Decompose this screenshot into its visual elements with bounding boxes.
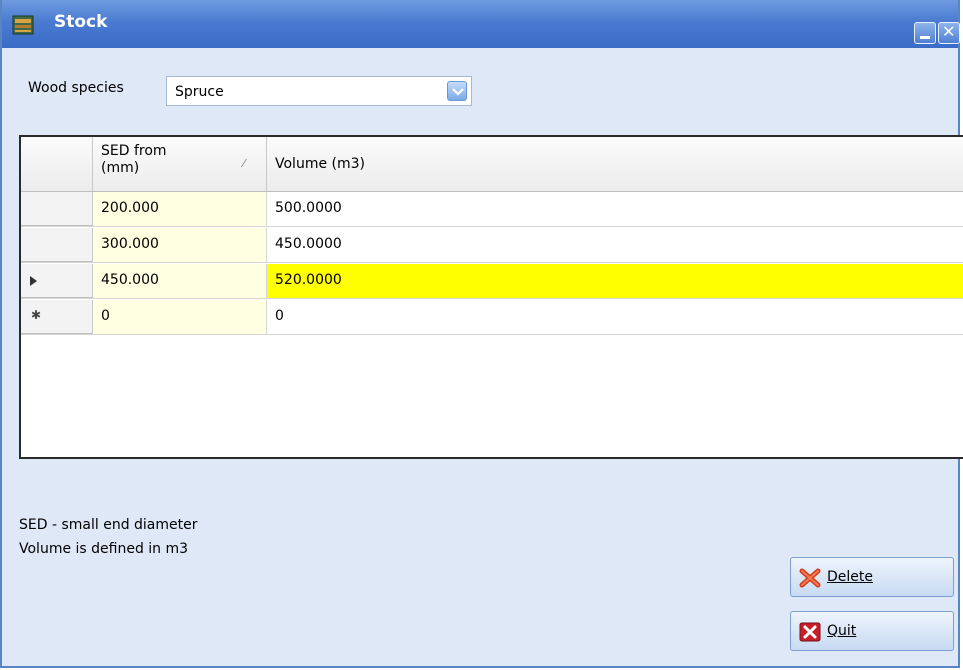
row-selector[interactable] xyxy=(21,228,93,262)
column-header-sed[interactable]: SED from (mm) ⁄ xyxy=(93,137,267,191)
quit-button-label: Quit xyxy=(827,623,857,639)
volume-cell[interactable]: 450.0000 xyxy=(267,228,963,262)
column-header-volume[interactable]: Volume (m3) xyxy=(267,137,963,191)
window-app-icon xyxy=(12,15,34,35)
dropdown-arrow-button[interactable] xyxy=(447,81,467,101)
chevron-down-icon xyxy=(452,88,464,96)
sed-cell[interactable]: 200.000 xyxy=(93,192,267,226)
current-row-arrow-icon xyxy=(30,276,37,286)
wood-species-dropdown[interactable]: Spruce xyxy=(166,76,472,106)
volume-cell[interactable]: 0 xyxy=(267,300,963,334)
quit-icon xyxy=(799,622,821,642)
volume-cell[interactable]: 500.0000 xyxy=(267,192,963,226)
delete-button-label: Delete xyxy=(827,569,873,585)
sort-indicator-icon: ⁄ xyxy=(243,157,245,170)
wood-species-value: Spruce xyxy=(175,84,224,100)
row-selector-header[interactable] xyxy=(21,137,93,191)
wood-species-label: Wood species xyxy=(28,80,124,96)
info-volume-text: Volume is defined in m3 xyxy=(19,541,189,557)
minimize-button[interactable] xyxy=(914,22,936,44)
row-selector[interactable]: ✱ xyxy=(21,300,93,334)
title-bar[interactable]: Stock ✕ xyxy=(2,0,960,48)
quit-button[interactable]: Quit xyxy=(790,611,954,651)
column-header-volume-label: Volume (m3) xyxy=(275,156,365,172)
table-row-new[interactable]: ✱ 0 0 xyxy=(21,300,963,335)
stock-grid[interactable]: SED from (mm) ⁄ Volume (m3) 200.000 500.… xyxy=(19,135,963,459)
table-row[interactable]: 200.000 500.0000 xyxy=(21,192,963,227)
sed-cell[interactable]: 0 xyxy=(93,300,267,334)
info-sed-text: SED - small end diameter xyxy=(19,517,198,533)
delete-button[interactable]: Delete xyxy=(790,557,954,597)
table-row-current[interactable]: 450.000 520.0000 xyxy=(21,264,963,299)
volume-cell-active[interactable]: 520.0000 xyxy=(267,264,963,298)
sed-cell[interactable]: 450.000 xyxy=(93,264,267,298)
sed-cell[interactable]: 300.000 xyxy=(93,228,267,262)
row-selector[interactable] xyxy=(21,264,93,298)
delete-icon xyxy=(799,568,821,588)
table-row[interactable]: 300.000 450.0000 xyxy=(21,228,963,263)
row-selector[interactable] xyxy=(21,192,93,226)
close-button[interactable]: ✕ xyxy=(938,22,960,44)
close-icon: ✕ xyxy=(942,22,956,41)
new-row-asterisk-icon: ✱ xyxy=(31,308,42,322)
column-header-sed-label: SED from (mm) xyxy=(101,143,167,176)
stock-window: Stock ✕ Wood species Spruce SED from (mm… xyxy=(0,0,963,668)
minimize-icon xyxy=(920,36,930,39)
grid-header-row: SED from (mm) ⁄ Volume (m3) xyxy=(21,137,963,192)
window-title: Stock xyxy=(54,12,108,32)
